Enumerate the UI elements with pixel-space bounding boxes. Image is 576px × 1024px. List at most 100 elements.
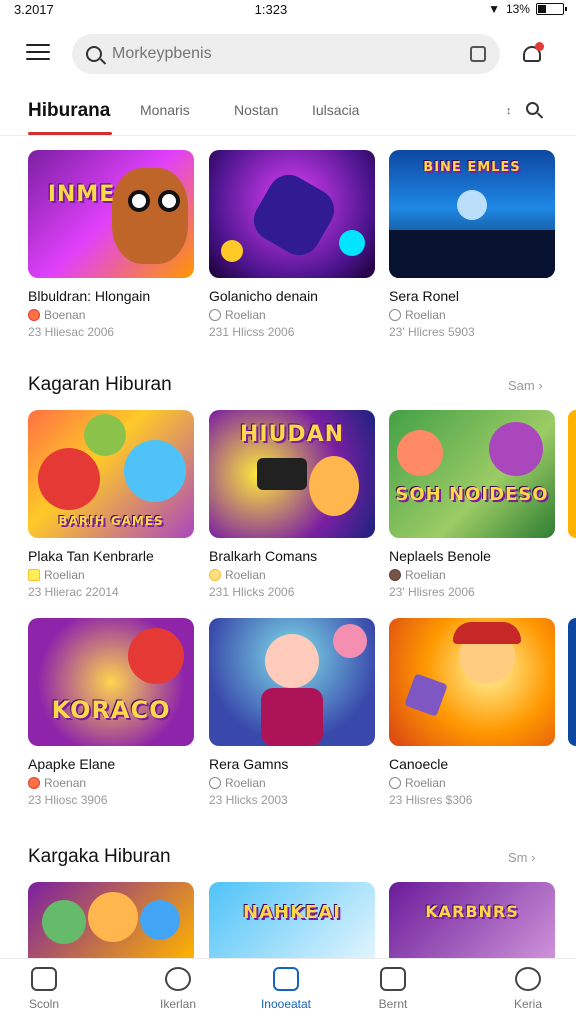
game-thumbnail: HIUDAN [209, 410, 375, 538]
game-card[interactable]: KARBNRS [389, 882, 555, 958]
game-card[interactable]: BARIH GAMES Plaka Tan Kenbrarle Roelian … [28, 410, 194, 599]
card-meta: 23 Hlierac 22014 [28, 585, 119, 599]
character-art [309, 456, 359, 516]
tab-iulsacia[interactable]: Iulsacia [312, 102, 359, 118]
notification-button[interactable] [520, 42, 544, 66]
battery-percent: 13% [505, 2, 530, 16]
nav-discover[interactable]: Inooeatat [246, 967, 326, 1011]
game-thumbnail: BINE EMLES [389, 150, 555, 278]
monster-art [333, 624, 367, 658]
game-card[interactable]: SOH NOIDESO Neplaels Benole Roelian 23' … [389, 410, 555, 599]
profile-icon [515, 967, 541, 991]
section-title: Kargaka Hiburan [28, 846, 171, 867]
game-thumbnail: BARIH GAMES [28, 410, 194, 538]
game-card[interactable]: Canoecle Roelian 23 Hlisres $306 [389, 618, 555, 807]
notification-dot [535, 42, 544, 51]
card-meta: 23' Hlicres 5903 [389, 325, 475, 339]
character-art [265, 634, 319, 688]
active-tab-indicator [28, 132, 112, 135]
list-icon [380, 967, 406, 991]
card-title: Apapke Elane [28, 756, 116, 772]
card-meta: 23 Hliosc 3906 [28, 793, 108, 807]
game-card[interactable]: BINE EMLES Sera Ronel Roelian 23' Hlicre… [389, 150, 555, 339]
card-publisher: Roelian [209, 568, 375, 582]
see-all-link[interactable]: Sm › [508, 850, 535, 865]
game-card[interactable]: Rera Gamns Roelian 23 Hlicks 2003 [209, 618, 375, 807]
character-art [246, 167, 342, 263]
coin-art [221, 240, 243, 262]
character-eye [128, 190, 150, 212]
game-card[interactable]: Golanicho denain Roelian 231 Hlicss 2006 [209, 150, 375, 339]
game-thumbnail: KARBNRS [389, 882, 555, 958]
publisher-icon [389, 777, 401, 789]
next-card-peek[interactable] [568, 618, 576, 746]
category-tabs: Hiburana Monaris Nostan Iulsacia ↕ [0, 96, 576, 136]
nav-label: Scoln [28, 997, 60, 1011]
nav-history[interactable]: Ikerlan [138, 967, 218, 1011]
nav-list[interactable]: Bernt [353, 967, 433, 1011]
game-card[interactable]: NAHKEAI [209, 882, 375, 958]
card-meta: 231 Hlicss 2006 [209, 325, 295, 339]
character-art [38, 448, 100, 510]
sort-icon[interactable]: ↕ [506, 105, 512, 117]
game-card[interactable]: KORACO Apapke Elane Roenan 23 Hliosc 390… [28, 618, 194, 807]
card-title: Plaka Tan Kenbrarle [28, 548, 154, 564]
publisher-icon [209, 569, 221, 581]
battery-level [537, 5, 546, 13]
gem-art [339, 230, 365, 256]
search-bar[interactable] [72, 34, 500, 74]
card-publisher: Roelian [389, 308, 555, 322]
camera-art [257, 458, 307, 490]
tab-hiburana[interactable]: Hiburana [28, 100, 110, 122]
game-card[interactable]: INMEG Blbuldran: Hlongain Boenan 23 Hlie… [28, 150, 194, 339]
scan-icon[interactable] [470, 46, 486, 62]
publisher-name: Roenan [44, 776, 87, 790]
gem-art [404, 673, 448, 717]
character-art [128, 628, 184, 684]
character-art [112, 168, 188, 264]
character-art [42, 900, 86, 944]
card-publisher: Boenan [28, 308, 194, 322]
publisher-icon [28, 569, 40, 581]
thumbnail-art-text: KORACO [51, 696, 171, 724]
status-left-text: 3.2017 [14, 1, 54, 17]
card-publisher: Roelian [209, 776, 375, 790]
card-publisher: Roenan [28, 776, 194, 790]
game-card[interactable] [28, 882, 194, 958]
character-art [88, 892, 138, 942]
publisher-icon [209, 777, 221, 789]
discover-icon [273, 967, 299, 991]
publisher-name: Roelian [405, 776, 446, 790]
tabs-search-icon[interactable] [526, 102, 544, 120]
clock-icon [165, 967, 191, 991]
character-art [489, 422, 543, 476]
card-title: Neplaels Benole [389, 548, 491, 564]
character-art [140, 900, 180, 940]
publisher-name: Roelian [225, 776, 266, 790]
tab-monaris[interactable]: Monaris [140, 102, 190, 118]
home-icon [31, 967, 57, 991]
signal-icon: ▼ [488, 2, 500, 16]
nav-label: Ikerlan [159, 997, 197, 1011]
menu-icon[interactable] [26, 44, 50, 64]
game-thumbnail: INMEG [28, 150, 194, 278]
nav-home[interactable]: Scoln [4, 967, 84, 1011]
nav-profile[interactable]: Keria [488, 967, 568, 1011]
thumbnail-art-text: NAHKEAI [243, 902, 341, 923]
search-input[interactable] [112, 45, 470, 63]
battery-icon [535, 3, 567, 15]
card-meta: 23 Hlicks 2003 [209, 793, 288, 807]
game-card[interactable]: HIUDAN Bralkarh Comans Roelian 231 Hlick… [209, 410, 375, 599]
card-meta: 231 Hlicks 2006 [209, 585, 295, 599]
next-card-peek[interactable] [568, 410, 576, 538]
see-all-link[interactable]: Sam › [508, 378, 543, 393]
publisher-icon [389, 569, 401, 581]
card-meta: 23' Hlisres 2006 [389, 585, 475, 599]
thumbnail-art-text: KARBNRS [425, 902, 519, 921]
section-title: Kagaran Hiburan [28, 374, 172, 395]
card-publisher: Roelian [389, 776, 555, 790]
tab-nostan[interactable]: Nostan [234, 102, 278, 118]
game-thumbnail: SOH NOIDESO [389, 410, 555, 538]
publisher-name: Roelian [225, 308, 266, 322]
card-publisher: Roelian [389, 568, 555, 582]
